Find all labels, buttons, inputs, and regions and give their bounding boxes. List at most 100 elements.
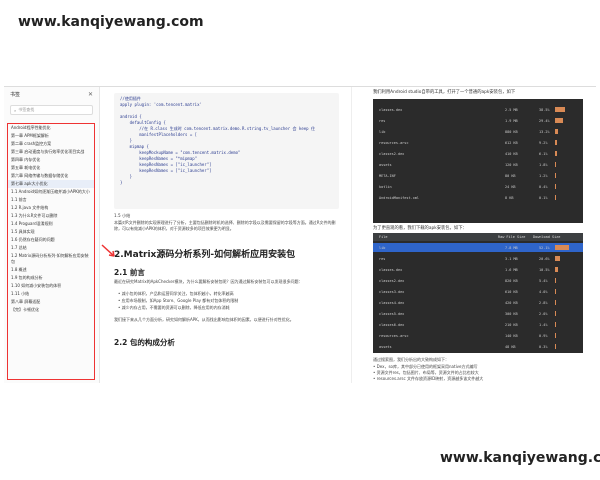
bookmark-list: Android程序性能优化 第一章 APM框架解析第二章 crash监控方案 第三章… [7, 123, 95, 380]
table-row[interactable]: resources.arsc 140 KB 0.9% [373, 331, 583, 340]
bookmark-sidebar: 书签 ✕ ⌕ 书签查找 Android程序性能优化 第一章 APM框架解析 第二章 … [4, 87, 100, 383]
table-row[interactable]: kotlin 24 KB 0.4% [373, 182, 583, 191]
sidebar-item-label: 1.2 Matrix源码分析系列-如何解析应用安装包 [11, 253, 89, 264]
sidebar-item[interactable]: 1.11 小结 [8, 290, 94, 298]
sidebar-item[interactable]: 【完】卡顿优化 [8, 306, 94, 314]
col-dl: Download Size [533, 235, 561, 239]
sidebar-item-label: 1.1 Android如何逐渐压缩并减小APK的大小 [11, 189, 90, 194]
sidebar-item[interactable]: 1.1 Android如何逐渐压缩并减小APK的大小 [8, 188, 94, 196]
table-row[interactable]: assets 48 KB 0.3% [373, 342, 583, 351]
size-percent: 0.4% [539, 184, 548, 189]
sidebar-item-label: 第一章 APM框架解析 [11, 133, 49, 138]
sidebar-item[interactable]: 第一章 APM框架解析 [8, 132, 94, 140]
file-size: 420 KB [505, 300, 518, 305]
size-bar [555, 151, 557, 156]
apk-analyzer-screenshot-2: File Raw File Size Download Size lib 7.8 … [373, 233, 583, 353]
size-bar [555, 118, 563, 123]
table-row[interactable]: classes3.dex 610 KB 4.0% [373, 287, 583, 296]
subsection-preface: 2.1 前言 [114, 268, 145, 277]
bullet-2-text: 应用市场限制，如App Store、Google Play 都有对包体积的限制 [121, 298, 239, 303]
file-size: 612 KB [505, 140, 518, 145]
sidebar-item[interactable]: 1.3 为什么R文件可以删除 [8, 212, 94, 220]
table-row[interactable]: classes.dex 2.5 MB 38.5% [373, 105, 583, 114]
size-bar [555, 333, 556, 338]
watermark-top: www.kanqiyewang.com [8, 8, 204, 36]
close-icon[interactable]: ✕ [88, 91, 93, 98]
file-size: 880 KB [505, 129, 518, 134]
sidebar-item-label: 第三章 启动速度与执行效率优化项目实战 [11, 149, 85, 154]
file-name: lib [379, 245, 386, 250]
file-name: classes.dex [379, 267, 403, 272]
caption-1: 我们利用Android studio自带的工具，打开了一个普通的apk安装包，如… [373, 90, 516, 95]
size-bar [555, 107, 565, 112]
size-percent: 5.4% [539, 278, 548, 283]
size-bar [555, 300, 556, 305]
sidebar-item[interactable]: 1.5 具体实现 [8, 228, 94, 236]
file-name: assets [379, 344, 392, 349]
table-row[interactable]: lib 880 KB 13.2% [373, 127, 583, 136]
sidebar-item-label: 【完】卡顿优化 [11, 307, 39, 312]
bottom-bullet-1-text: Dex，so库，其中部分已使用的框架采用native方式编写 [376, 364, 478, 369]
size-percent: 1.4% [539, 322, 548, 327]
file-name: classes2.dex [379, 151, 405, 156]
sidebar-item-label: 第六章 网络传输与数据存储优化 [11, 173, 69, 178]
table-row[interactable]: res 1.9 MB 29.4% [373, 116, 583, 125]
sidebar-item[interactable]: Android程序性能优化 [8, 124, 94, 132]
table-row[interactable]: res 3.1 MB 20.6% [373, 254, 583, 263]
size-bar [555, 256, 561, 261]
size-bar [555, 245, 569, 250]
table-row[interactable]: AndroidManifest.xml 8 KB 0.1% [373, 193, 583, 202]
pdf-viewer: 书签 ✕ ⌕ 书签查找 Android程序性能优化 第一章 APM框架解析 第二章 … [4, 86, 596, 383]
table-row[interactable]: META-INF 80 KB 1.2% [373, 171, 583, 180]
size-percent: 20.6% [539, 256, 550, 261]
size-percent: 9.2% [539, 140, 548, 145]
sidebar-item-label: 1.6 仍然存在疑问的问题 [11, 237, 55, 242]
table-row[interactable]: assets 120 KB 1.8% [373, 160, 583, 169]
table-row[interactable]: classes6.dex 210 KB 1.4% [373, 320, 583, 329]
file-size: 24 KB [505, 184, 516, 189]
table-row[interactable]: classes5.dex 300 KB 2.0% [373, 309, 583, 318]
sidebar-item[interactable]: 第四章 内存优化 [8, 156, 94, 164]
sidebar-item[interactable]: 第二章 crash监控方案 [8, 140, 94, 148]
sidebar-item-label: 1.2 R.java 文件结构 [11, 205, 49, 210]
sidebar-item[interactable]: 1.9 包的构成分析 [8, 274, 94, 282]
file-name: AndroidManifest.xml [379, 195, 420, 200]
table-row[interactable]: resources.arsc 612 KB 9.2% [373, 138, 583, 147]
table-row[interactable]: classes.dex 1.6 MB 10.5% [373, 265, 583, 274]
sidebar-item-label: 第八章 屏幕适配 [11, 299, 41, 304]
sidebar-item[interactable]: 1.4 Proguard混淆规则 [8, 220, 94, 228]
bottom-bullet-3-text: resources.arsc 文件存放资源ID映射，资源越多该文件越大 [376, 376, 484, 381]
sidebar-item[interactable]: 1.10 如何减小安装包的体积 [8, 282, 94, 290]
sidebar-item[interactable]: 1.1 前言 [8, 196, 94, 204]
sidebar-item[interactable]: 1.2 Matrix源码分析系列-如何解析应用安装包 [8, 252, 94, 266]
sidebar-item[interactable]: 1.7 总结 [8, 244, 94, 252]
bullet-2: • 应用市场限制，如App Store、Google Play 都有对包体积的限… [118, 298, 239, 303]
size-percent: 6.1% [539, 151, 548, 156]
size-percent: 13.2% [539, 129, 550, 134]
file-size: 820 KB [505, 278, 518, 283]
size-percent: 4.0% [539, 289, 548, 294]
sidebar-item-label: 第四章 内存优化 [11, 157, 41, 162]
sidebar-item[interactable]: 1.2 R.java 文件结构 [8, 204, 94, 212]
sidebar-item[interactable]: 第八章 屏幕适配 [8, 298, 94, 306]
sidebar-item[interactable]: 1.6 仍然存在疑问的问题 [8, 236, 94, 244]
size-bar [555, 311, 556, 316]
sidebar-item-label: 第七章 apk大小优化 [11, 181, 48, 186]
file-size: 300 KB [505, 311, 518, 316]
table-row[interactable]: classes2.dex 410 KB 6.1% [373, 149, 583, 158]
table-row[interactable]: classes4.dex 420 KB 2.8% [373, 298, 583, 307]
sidebar-item[interactable]: 第六章 网络传输与数据存储优化 [8, 172, 94, 180]
file-name: classes3.dex [379, 289, 405, 294]
sidebar-item[interactable]: 第七章 apk大小优化 [8, 180, 94, 188]
caption-2: 为了更直观的看，我们下载的apk安装包，如下： [373, 226, 467, 231]
file-name: res [379, 256, 386, 261]
table-row[interactable]: classes2.dex 820 KB 5.4% [373, 276, 583, 285]
bookmark-search-input[interactable]: ⌕ 书签查找 [10, 105, 93, 115]
table-row[interactable]: lib 7.8 MB 52.1% [373, 243, 583, 252]
sidebar-item[interactable]: 第五章 耗电优化 [8, 164, 94, 172]
size-percent: 38.5% [539, 107, 550, 112]
sidebar-item[interactable]: 1.8 概述 [8, 266, 94, 274]
sidebar-item[interactable]: 第三章 启动速度与执行效率优化项目实战 [8, 148, 94, 156]
file-size: 8 KB [505, 195, 514, 200]
size-percent: 0.9% [539, 333, 548, 338]
